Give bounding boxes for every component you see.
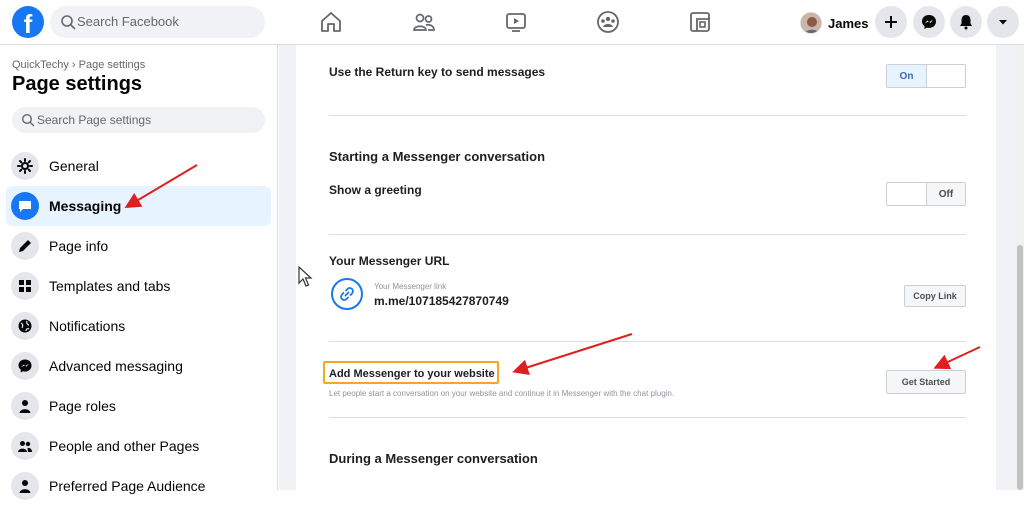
sidebar-item-people-and-other-pages[interactable]: People and other Pages: [6, 426, 271, 466]
groups-icon[interactable]: [596, 10, 620, 34]
toggle-blank[interactable]: [925, 65, 965, 87]
friends-icon[interactable]: [412, 10, 436, 34]
settings-search-input[interactable]: Search Page settings: [12, 107, 265, 133]
messaging-icon: [11, 192, 39, 220]
home-icon[interactable]: [319, 10, 343, 34]
gear-icon: [11, 152, 39, 180]
profile-shortcut[interactable]: James: [800, 9, 868, 37]
return-key-label: Use the Return key to send messages: [329, 65, 546, 79]
bell-icon: [960, 15, 972, 30]
sidebar-item-label: Advanced messaging: [49, 358, 183, 374]
messenger-link-caption: Your Messenger link: [374, 282, 447, 291]
toggle-blank[interactable]: [887, 183, 926, 205]
audience-icon: [11, 472, 39, 500]
page-title: Page settings: [12, 73, 143, 95]
sidebar-item-label: Templates and tabs: [49, 278, 171, 294]
starting-conversation-title: Starting a Messenger conversation: [329, 149, 546, 164]
copy-link-button[interactable]: Copy Link: [904, 285, 966, 307]
plus-icon: [885, 16, 897, 28]
divider: [329, 417, 966, 418]
facebook-search-input[interactable]: Search Facebook: [50, 6, 265, 38]
messenger-icon: [11, 352, 39, 380]
pencil-icon: [11, 232, 39, 260]
sidebar-item-messaging[interactable]: Messaging: [6, 186, 271, 226]
settings-search-placeholder: Search Page settings: [37, 113, 152, 127]
watch-icon[interactable]: [504, 10, 528, 34]
scrollbar-thumb[interactable]: [1017, 245, 1023, 490]
notifications-button[interactable]: [950, 6, 982, 38]
breadcrumb[interactable]: QuickTechy › Page settings: [12, 59, 145, 71]
search-icon: [61, 15, 76, 30]
return-key-toggle[interactable]: On: [886, 64, 966, 88]
messenger-icon: [922, 15, 936, 29]
person-icon: [11, 392, 39, 420]
sidebar-item-label: Preferred Page Audience: [49, 478, 206, 494]
divider: [329, 115, 966, 116]
sidebar-item-notifications[interactable]: Notifications: [6, 306, 271, 346]
get-started-button[interactable]: Get Started: [886, 370, 966, 394]
show-greeting-label: Show a greeting: [329, 183, 422, 197]
gaming-icon[interactable]: [688, 10, 712, 34]
search-icon: [21, 113, 35, 127]
sidebar-item-preferred-page-audience[interactable]: Preferred Page Audience: [6, 466, 271, 506]
grid-icon: [11, 272, 39, 300]
settings-sidebar: QuickTechy › Page settings Page settings…: [0, 45, 278, 500]
during-conversation-title: During a Messenger conversation: [329, 451, 538, 466]
profile-name: James: [828, 15, 869, 31]
create-button[interactable]: [875, 6, 907, 38]
people-icon: [11, 432, 39, 460]
sidebar-item-general[interactable]: General: [6, 146, 271, 186]
avatar: [800, 12, 822, 34]
sidebar-item-label: Page info: [49, 238, 109, 254]
add-messenger-title: Add Messenger to your website: [329, 368, 495, 380]
show-greeting-toggle[interactable]: Off: [886, 182, 966, 206]
sidebar-item-label: People and other Pages: [49, 438, 200, 454]
sidebar-item-advanced-messaging[interactable]: Advanced messaging: [6, 346, 271, 386]
sidebar-item-page-roles[interactable]: Page roles: [6, 386, 271, 426]
add-messenger-description: Let people start a conversation on your …: [329, 389, 675, 398]
sidebar-item-page-info[interactable]: Page info: [6, 226, 271, 266]
sidebar-item-label: Page roles: [49, 398, 116, 414]
toggle-on-state[interactable]: On: [887, 65, 926, 87]
sidebar-item-label: General: [49, 158, 99, 174]
divider: [329, 234, 966, 235]
search-placeholder: Search Facebook: [77, 14, 179, 29]
globe-icon: [11, 312, 39, 340]
link-icon: [331, 278, 363, 310]
account-menu-button[interactable]: [987, 6, 1019, 38]
chevron-down-icon: [999, 20, 1007, 25]
sidebar-item-label: Messaging: [49, 198, 122, 214]
messenger-link-value: m.me/107185427870749: [374, 294, 509, 308]
divider: [329, 341, 966, 342]
settings-content-area: Use the Return key to send messages On S…: [279, 45, 1024, 490]
facebook-logo[interactable]: f: [12, 6, 44, 38]
toggle-off-state[interactable]: Off: [925, 183, 965, 205]
messaging-settings-panel: Use the Return key to send messages On S…: [296, 45, 996, 490]
sidebar-item-label: Notifications: [49, 318, 126, 334]
scrollbar[interactable]: [1016, 45, 1024, 490]
sidebar-item-templates-and-tabs[interactable]: Templates and tabs: [6, 266, 271, 306]
top-navigation-bar: f Search Facebook James: [0, 0, 1024, 45]
messenger-button[interactable]: [913, 6, 945, 38]
messenger-url-title: Your Messenger URL: [329, 254, 450, 268]
